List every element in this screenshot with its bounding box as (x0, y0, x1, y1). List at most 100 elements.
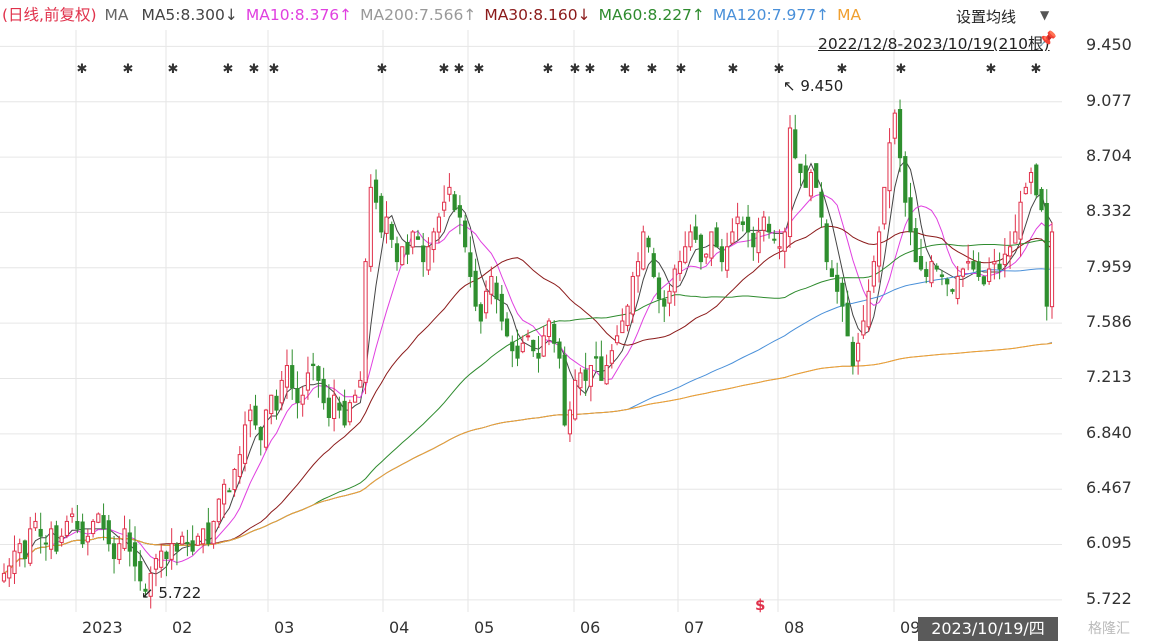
candle (997, 252, 1002, 280)
y-tick-label: 7.213 (1086, 367, 1132, 387)
candle (976, 252, 981, 281)
candle (656, 272, 662, 314)
candle (363, 258, 368, 395)
signal-marker: ✱ (774, 62, 785, 77)
candle (122, 515, 127, 551)
signal-marker: ✱ (543, 62, 554, 77)
candle (1049, 222, 1055, 319)
signal-marker: ✱ (1031, 62, 1042, 77)
candle (918, 238, 924, 272)
candle (305, 356, 311, 400)
candle (824, 219, 829, 271)
candle (966, 244, 971, 271)
candle (489, 266, 494, 305)
candle (269, 394, 274, 425)
signal-marker: ✱ (439, 62, 450, 77)
candle (866, 279, 871, 333)
candle (263, 408, 269, 451)
candle (195, 533, 200, 546)
candle (714, 222, 719, 248)
candle (368, 174, 373, 272)
candle (693, 214, 698, 243)
y-tick-label: 5.722 (1086, 588, 1132, 608)
candle (850, 336, 855, 375)
candle (132, 526, 138, 582)
candle (452, 191, 457, 213)
candle (1007, 231, 1013, 269)
grid-lines (0, 30, 1062, 612)
candlestick-chart[interactable]: ✱ ✱ ✱ ✱ ✱ ✱ ✱ ✱ ✱ ✱ ✱ ✱ ✱ ✱ ✱ ✱ ✱ ✱ ✱ ✱ ✱ ✱ (0, 0, 1062, 615)
candle (64, 515, 69, 539)
candle (641, 225, 646, 271)
candle (672, 264, 677, 306)
candle (735, 202, 740, 241)
candle (625, 303, 630, 332)
candle (677, 250, 683, 282)
signal-marker: ✱ (986, 62, 997, 77)
candle (258, 426, 263, 456)
legend-item: MA (837, 6, 862, 24)
candle (887, 128, 892, 209)
candle (290, 349, 295, 400)
candle (321, 367, 326, 410)
candle (819, 182, 824, 228)
dividend-marker: $ (755, 596, 766, 614)
signal-marker: ✱ (896, 62, 907, 77)
candle (394, 236, 400, 271)
candle (33, 512, 38, 531)
candle (929, 255, 934, 288)
candle (557, 338, 562, 369)
candle (840, 277, 845, 322)
signal-marker: ✱ (585, 62, 596, 77)
candle (908, 182, 913, 246)
candle (552, 320, 557, 353)
candle (384, 201, 389, 244)
pin-icon[interactable]: 📌 (1038, 30, 1057, 48)
candle (808, 169, 814, 202)
candle (169, 528, 174, 570)
high-annotation: ↖ 9.450 (783, 77, 844, 95)
candle (588, 365, 593, 402)
candle (22, 539, 28, 568)
legend-item: MA200:7.566↑ (360, 6, 477, 24)
candle (698, 233, 704, 270)
candle (882, 186, 887, 230)
candle (185, 529, 190, 557)
x-tick-label: 06 (580, 618, 601, 637)
candle (54, 520, 59, 555)
ma-line-ma (3, 342, 1053, 574)
candle (1028, 167, 1034, 195)
candle (436, 212, 442, 244)
candle (1044, 189, 1049, 321)
candle (410, 230, 415, 255)
candle (463, 214, 468, 253)
candle (127, 519, 132, 567)
date-range-link[interactable]: 2022/12/8-2023/10/19(210根) (818, 32, 1050, 54)
legend-item: MA30:8.160↓ (484, 6, 591, 24)
signal-marker: ✱ (570, 62, 581, 77)
candle (379, 193, 384, 239)
y-tick-label: 6.467 (1086, 478, 1132, 498)
candle (835, 262, 840, 304)
candle (594, 341, 599, 372)
candle (248, 404, 253, 438)
candle (447, 173, 452, 202)
candle (1002, 238, 1007, 278)
candle (704, 253, 709, 265)
candle (1023, 182, 1028, 195)
candle (531, 339, 536, 357)
candle (59, 528, 64, 547)
ma-line-ma30 (3, 225, 1053, 574)
chevron-down-icon[interactable]: ▼ (1040, 8, 1049, 22)
candle (316, 365, 321, 398)
candle (903, 151, 908, 217)
signal-marker: ✱ (676, 62, 687, 77)
candle (358, 371, 363, 388)
ma-legend: (日线,前复权) MA MA5:8.300↓ MA10:8.376↑ MA200:7.… (2, 4, 950, 26)
candle (620, 308, 625, 334)
signal-marker: ✱ (728, 62, 739, 77)
ma-settings-button[interactable]: 设置均线 (956, 6, 1016, 27)
candle (494, 276, 499, 314)
ma-line-ma10 (3, 193, 1053, 574)
x-tick-label: 03 (274, 618, 295, 637)
